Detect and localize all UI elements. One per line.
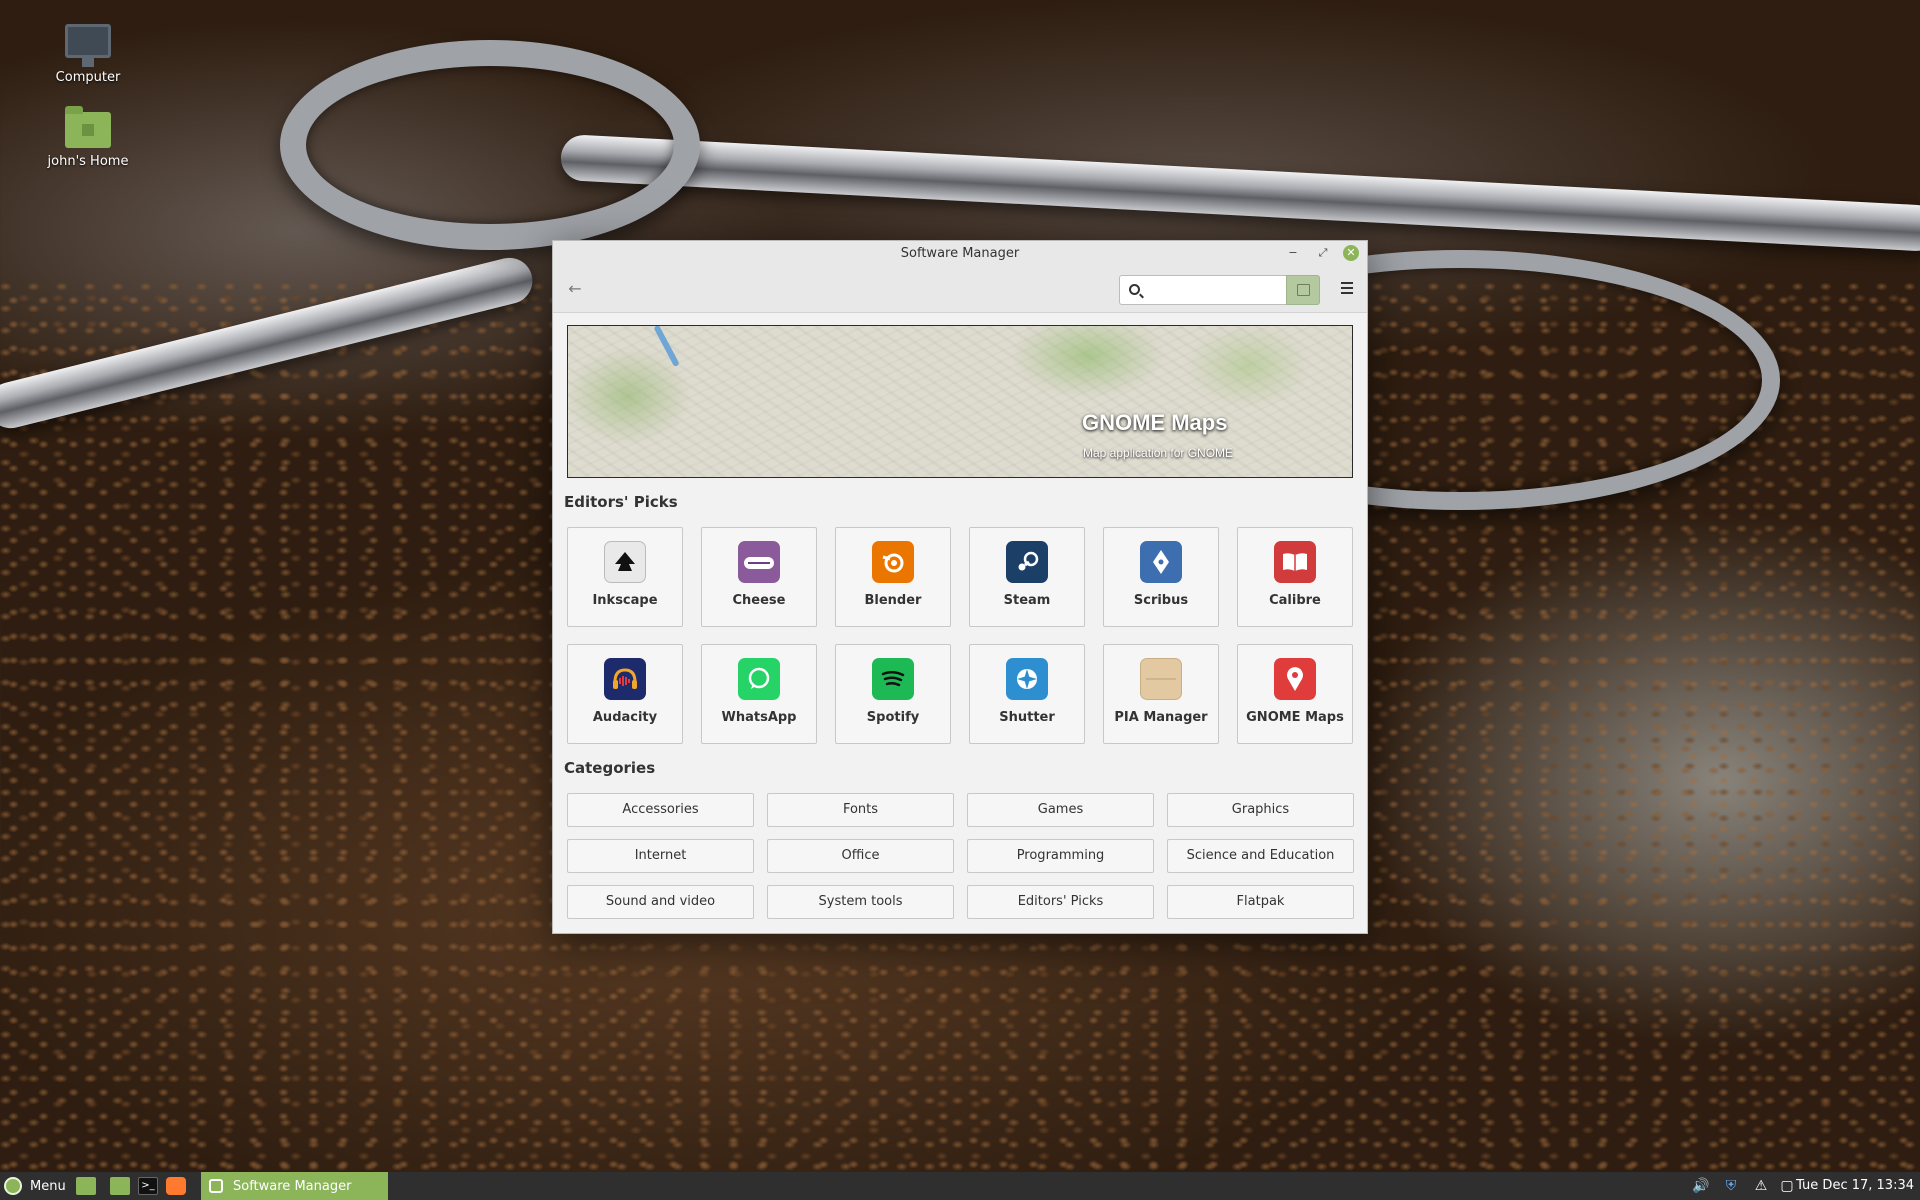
app-name: Inkscape <box>592 593 658 608</box>
app-name: Scribus <box>1133 593 1189 608</box>
computer-icon <box>65 24 111 67</box>
notifications-icon[interactable]: ▢ <box>1778 1177 1796 1195</box>
search-in-descriptions-toggle[interactable] <box>1286 275 1320 305</box>
app-name: Spotify <box>866 710 920 725</box>
spotify-icon <box>872 658 914 700</box>
app-name: GNOME Maps <box>1246 710 1344 725</box>
category-graphics[interactable]: Graphics <box>1167 793 1354 827</box>
app-tile-spotify[interactable]: Spotify <box>835 644 951 744</box>
category-internet[interactable]: Internet <box>567 839 754 873</box>
category-office[interactable]: Office <box>767 839 954 873</box>
app-name: Cheese <box>732 593 786 608</box>
editors-picks-heading: Editors' Picks <box>564 493 678 511</box>
hamburger-menu-button[interactable] <box>1337 279 1357 299</box>
category-fonts[interactable]: Fonts <box>767 793 954 827</box>
app-tile-audacity[interactable]: Audacity <box>567 644 683 744</box>
search-box[interactable] <box>1119 275 1287 305</box>
software-manager-icon <box>209 1179 223 1193</box>
inkscape-icon <box>604 541 646 583</box>
toolbar: ← <box>553 265 1367 313</box>
categories-heading: Categories <box>564 759 656 777</box>
blender-icon <box>872 541 914 583</box>
category-editors-picks[interactable]: Editors' Picks <box>967 885 1154 919</box>
desktop-icon-computer[interactable]: Computer <box>28 24 148 85</box>
category-accessories[interactable]: Accessories <box>567 793 754 827</box>
update-shield-icon[interactable]: ⛨ <box>1722 1177 1740 1195</box>
back-button[interactable]: ← <box>563 277 587 301</box>
categories-grid: Accessories Fonts Games Graphics Interne… <box>567 793 1354 919</box>
category-flatpak[interactable]: Flatpak <box>1167 885 1354 919</box>
gnome-maps-icon <box>1274 658 1316 700</box>
cheese-icon <box>738 541 780 583</box>
window-title: Software Manager <box>900 246 1020 261</box>
editors-picks-grid: Inkscape Cheese Blender Steam Scribus Ca… <box>567 527 1357 744</box>
menu-button[interactable]: Menu <box>4 1175 66 1197</box>
maximize-button[interactable]: ⤢ <box>1315 245 1331 261</box>
calibre-icon <box>1274 541 1316 583</box>
warning-icon[interactable]: ⚠ <box>1752 1177 1770 1195</box>
software-manager-window: Software Manager − ⤢ ✕ ← GNOME Maps Map … <box>552 240 1368 934</box>
mint-logo-icon <box>4 1177 22 1195</box>
category-programming[interactable]: Programming <box>967 839 1154 873</box>
files-icon[interactable] <box>110 1177 130 1195</box>
app-tile-calibre[interactable]: Calibre <box>1237 527 1353 627</box>
category-games[interactable]: Games <box>967 793 1154 827</box>
whatsapp-icon <box>738 658 780 700</box>
menu-label: Menu <box>30 1178 66 1194</box>
app-name: Shutter <box>999 710 1055 725</box>
title-bar[interactable]: Software Manager − ⤢ ✕ <box>553 241 1367 265</box>
app-name: WhatsApp <box>721 710 797 725</box>
pia-manager-icon <box>1140 658 1182 700</box>
app-tile-inkscape[interactable]: Inkscape <box>567 527 683 627</box>
app-tile-shutter[interactable]: Shutter <box>969 644 1085 744</box>
taskbar: Menu >_ Software Manager 🔊 ⛨ ⚠ ▢ Tue Dec… <box>0 1172 1920 1200</box>
clock[interactable]: Tue Dec 17, 13:34 <box>1796 1178 1914 1193</box>
taskbar-item-label: Software Manager <box>233 1178 352 1194</box>
wallpaper-rod-2 <box>559 133 1920 253</box>
app-name: Audacity <box>592 710 658 725</box>
shutter-icon <box>1006 658 1048 700</box>
steam-icon <box>1006 541 1048 583</box>
audacity-icon <box>604 658 646 700</box>
taskbar-item-software-manager[interactable]: Software Manager <box>201 1172 388 1200</box>
wallpaper-ring <box>280 40 700 250</box>
desktop-icon-home[interactable]: john's Home <box>28 106 148 169</box>
featured-banner[interactable]: GNOME Maps Map application for GNOME <box>567 325 1353 478</box>
app-tile-steam[interactable]: Steam <box>969 527 1085 627</box>
app-tile-blender[interactable]: Blender <box>835 527 951 627</box>
volume-icon[interactable]: 🔊 <box>1692 1177 1710 1195</box>
app-tile-cheese[interactable]: Cheese <box>701 527 817 627</box>
minimize-button[interactable]: − <box>1285 245 1301 261</box>
document-icon <box>1297 284 1310 296</box>
category-system-tools[interactable]: System tools <box>767 885 954 919</box>
app-tile-pia-manager[interactable]: PIA Manager <box>1103 644 1219 744</box>
banner-subtitle: Map application for GNOME <box>1083 446 1234 460</box>
app-name: Calibre <box>1269 593 1321 608</box>
search-input[interactable] <box>1148 281 1278 299</box>
scribus-icon <box>1140 541 1182 583</box>
app-tile-scribus[interactable]: Scribus <box>1103 527 1219 627</box>
category-science-and-education[interactable]: Science and Education <box>1167 839 1354 873</box>
close-button[interactable]: ✕ <box>1343 245 1359 261</box>
map-river <box>653 326 680 368</box>
firefox-icon[interactable] <box>166 1177 186 1195</box>
show-desktop-icon[interactable] <box>76 1177 96 1195</box>
home-folder-icon <box>65 106 111 148</box>
search-icon <box>1129 284 1140 295</box>
desktop-icon-label: Computer <box>55 70 121 85</box>
app-name: Blender <box>864 593 922 608</box>
banner-title: GNOME Maps <box>1082 410 1228 435</box>
app-name: Steam <box>1003 593 1051 608</box>
back-arrow-icon: ← <box>568 279 582 298</box>
app-tile-gnome-maps[interactable]: GNOME Maps <box>1237 644 1353 744</box>
terminal-icon[interactable]: >_ <box>138 1177 158 1195</box>
category-sound-and-video[interactable]: Sound and video <box>567 885 754 919</box>
app-tile-whatsapp[interactable]: WhatsApp <box>701 644 817 744</box>
desktop-icon-label: john's Home <box>47 154 129 169</box>
app-name: PIA Manager <box>1114 710 1208 725</box>
